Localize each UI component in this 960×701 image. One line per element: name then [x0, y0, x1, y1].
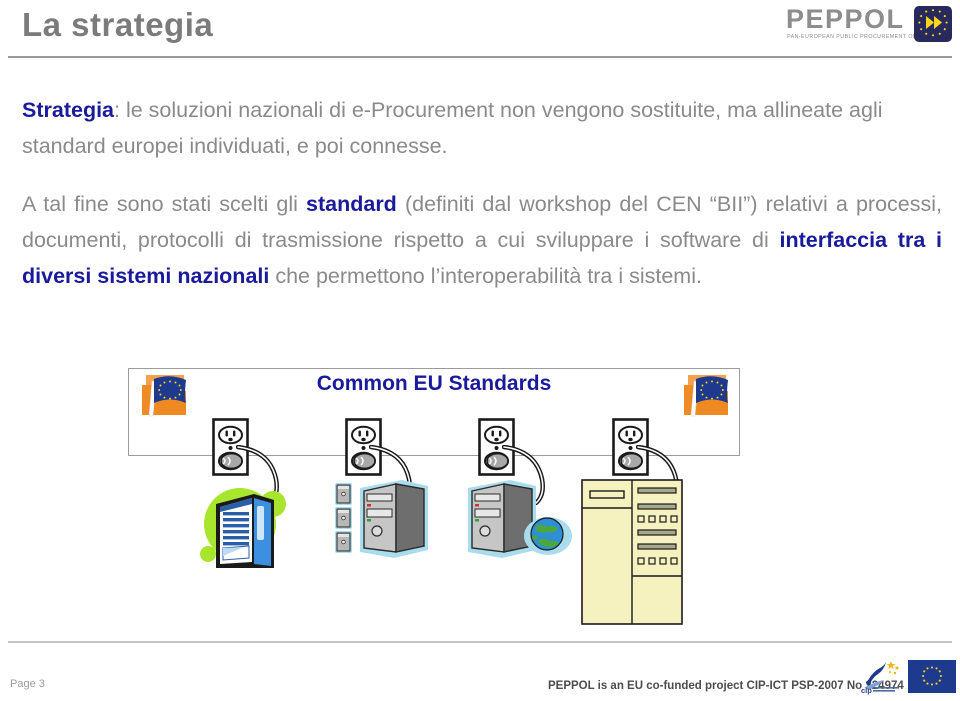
cip-running-figure-icon: cip: [858, 658, 904, 696]
server-rack-icon: [196, 482, 306, 574]
desktop-pc-with-devices-icon: [334, 474, 434, 562]
footer-funding-note: PEPPOL is an EU co-funded project CIP-IC…: [548, 680, 904, 692]
page-title: La strategia: [22, 6, 214, 43]
eu-flag-icon: [908, 660, 956, 693]
paragraph-standard: A tal fine sono stati scelti gli standar…: [22, 186, 942, 294]
eu-flag-document-icon: [682, 371, 738, 421]
paragraph-1-body: : le soluzioni nazionali di e-Procuremen…: [22, 98, 883, 158]
eu-flag-document-icon: [140, 371, 196, 421]
header-divider: [8, 56, 952, 58]
paragraph-strategia: Strategia: le soluzioni nazionali di e-P…: [22, 92, 942, 164]
peppol-tagline: PAN-EUROPEAN PUBLIC PROCUREMENT ONLINE: [787, 34, 931, 40]
peppol-wordmark: PEPPOL: [786, 4, 905, 34]
slide-header: La strategia PEPPOL PAN-EUROPEAN PUBLIC …: [0, 0, 960, 62]
peppol-arrows-eu-stars-icon: [914, 6, 952, 42]
footer-divider: [8, 641, 952, 643]
paragraph-2-part-3: che permettono l’interoperabilità tra i …: [269, 264, 702, 288]
peppol-logo: PEPPOL PAN-EUROPEAN PUBLIC PROCUREMENT O…: [786, 5, 954, 49]
page-number: Page 3: [10, 678, 45, 690]
desktop-pc-with-globe-icon: [466, 474, 576, 562]
paragraph-2-part-1: A tal fine sono stati scelti gli: [22, 192, 307, 216]
paragraph-2-bold-standard: standard: [306, 192, 397, 216]
paragraph-1-lead: Strategia: [22, 98, 115, 122]
svg-text:cip: cip: [861, 686, 872, 695]
mainframe-cabinet-icon: [580, 478, 688, 626]
common-standards-label: Common EU Standards: [316, 372, 552, 395]
